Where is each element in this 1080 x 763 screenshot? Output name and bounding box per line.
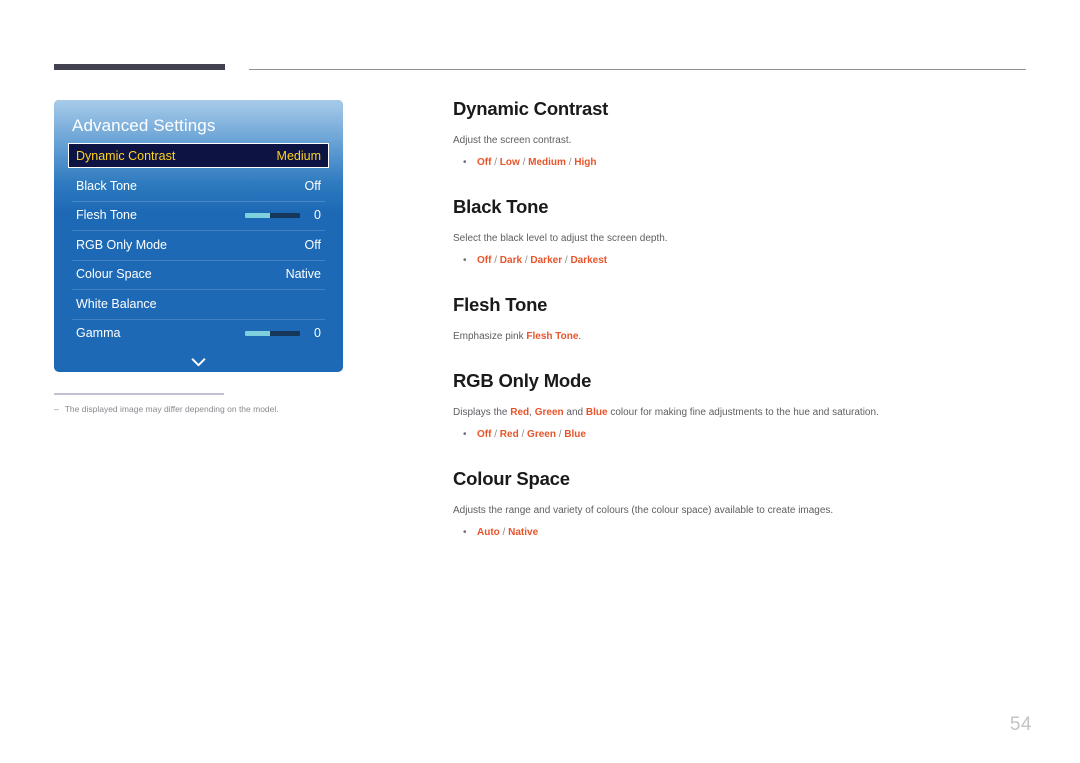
options-list: Off / Red / Green / Blue — [477, 429, 586, 440]
osd-row-label: Black Tone — [76, 178, 137, 193]
osd-row-value: Native — [285, 267, 321, 282]
osd-row-value: Medium — [276, 148, 321, 163]
section-options-row: • Off / Red / Green / Blue — [453, 427, 1033, 442]
option-item: Low — [499, 157, 520, 168]
section-description: Select the black level to adjust the scr… — [453, 231, 1033, 246]
slider-track[interactable] — [245, 330, 300, 336]
description-text: Adjust the screen contrast. — [453, 135, 572, 146]
osd-row-flesh-tone[interactable]: Flesh Tone 0 — [68, 200, 329, 231]
section-colour-space: Colour Space Adjusts the range and varie… — [453, 468, 1033, 540]
slider-value: 0 — [314, 208, 321, 223]
slider-fill — [245, 212, 270, 218]
note-divider — [54, 393, 224, 395]
description-emphasis-green: Green — [534, 407, 564, 418]
section-heading: Dynamic Contrast — [453, 98, 609, 119]
osd-row-label: Gamma — [76, 326, 121, 341]
osd-row-gamma[interactable]: Gamma 0 — [68, 318, 329, 349]
slider-fill — [245, 330, 270, 336]
option-item: Dark — [499, 255, 523, 266]
options-list: Auto / Native — [477, 527, 539, 538]
osd-row-dynamic-contrast[interactable]: Dynamic Contrast Medium — [68, 143, 329, 168]
section-description: Displays the Red, Green and Blue colour … — [453, 405, 1033, 420]
bullet-icon: • — [463, 527, 467, 538]
section-options-row: • Off / Dark / Darker / Darkest — [453, 253, 1033, 268]
option-item: Green — [527, 429, 556, 440]
description-text: Displays the — [453, 407, 511, 418]
option-item: Auto — [477, 527, 500, 538]
slider-track[interactable] — [245, 212, 300, 218]
section-heading: RGB Only Mode — [453, 370, 592, 391]
osd-row-list: Dynamic Contrast Medium Black Tone Off F… — [68, 143, 329, 372]
section-options-row: • Auto / Native — [453, 525, 1033, 540]
bullet-icon: • — [463, 255, 467, 266]
option-item: Darkest — [570, 255, 608, 266]
section-options-row: • Off / Low / Medium / High — [453, 155, 1033, 170]
bullet-icon: • — [463, 157, 467, 168]
description-text-tail: colour for making fine adjustments to th… — [607, 407, 879, 418]
header-rule-thick — [54, 64, 225, 70]
option-item: Red — [499, 429, 519, 440]
option-item: Off — [477, 157, 492, 168]
description-text-tail: . — [578, 331, 582, 342]
note-block: ‒ The displayed image may differ dependi… — [54, 403, 354, 416]
header-rule-thin — [249, 69, 1026, 70]
documentation-column: Dynamic Contrast Adjust the screen contr… — [453, 98, 1033, 540]
section-heading: Flesh Tone — [453, 294, 548, 315]
osd-row-label: Flesh Tone — [76, 208, 137, 223]
section-black-tone: Black Tone Select the black level to adj… — [453, 196, 1033, 268]
description-text-mid: and — [563, 407, 586, 418]
option-item: Off — [477, 255, 492, 266]
description-emphasis-blue: Blue — [585, 407, 608, 418]
slider-value: 0 — [314, 326, 321, 341]
note-dash: ‒ — [54, 404, 59, 414]
osd-row-label: Dynamic Contrast — [76, 148, 176, 163]
options-list: Off / Dark / Darker / Darkest — [477, 255, 608, 266]
section-rgb-only-mode: RGB Only Mode Displays the Red, Green an… — [453, 370, 1033, 442]
osd-row-value: Off — [304, 178, 321, 193]
description-emphasis-red: Red — [510, 407, 530, 418]
description-text: Adjusts the range and variety of colours… — [453, 505, 834, 516]
osd-title: Advanced Settings — [72, 116, 216, 135]
osd-row-colour-space[interactable]: Colour Space Native — [68, 259, 329, 290]
description-emphasis: Flesh Tone — [526, 331, 579, 342]
osd-row-value: Off — [304, 237, 321, 252]
section-description: Adjusts the range and variety of colours… — [453, 503, 1033, 518]
section-heading: Black Tone — [453, 196, 549, 217]
section-description: Adjust the screen contrast. — [453, 133, 1033, 148]
osd-row-rgb-only-mode[interactable]: RGB Only Mode Off — [68, 230, 329, 260]
option-item: Darker — [530, 255, 563, 266]
option-item: Medium — [528, 157, 566, 168]
section-flesh-tone: Flesh Tone Emphasize pink Flesh Tone. — [453, 294, 1033, 344]
osd-menu-panel: Advanced Settings Dynamic Contrast Mediu… — [54, 100, 343, 372]
note-text: The displayed image may differ depending… — [64, 404, 279, 414]
osd-row-white-balance[interactable]: White Balance — [68, 289, 329, 319]
description-text: Select the black level to adjust the scr… — [453, 233, 668, 244]
section-heading: Colour Space — [453, 468, 570, 489]
chevron-down-icon — [191, 357, 206, 366]
option-item: Native — [508, 527, 539, 538]
bullet-icon: • — [463, 429, 467, 440]
section-description: Emphasize pink Flesh Tone. — [453, 329, 1033, 344]
manual-page: Advanced Settings Dynamic Contrast Mediu… — [0, 0, 1080, 763]
osd-row-label: White Balance — [76, 296, 157, 311]
description-text: Emphasize pink — [453, 331, 527, 342]
page-number: 54 — [1009, 714, 1032, 735]
option-item: Blue — [564, 429, 586, 440]
osd-scroll-more-button[interactable] — [68, 349, 329, 372]
osd-slider-control[interactable]: 0 — [245, 326, 321, 340]
osd-row-label: Colour Space — [76, 267, 152, 282]
option-item: High — [574, 157, 597, 168]
option-item: Off — [477, 429, 492, 440]
section-dynamic-contrast: Dynamic Contrast Adjust the screen contr… — [453, 98, 1033, 170]
osd-row-black-tone[interactable]: Black Tone Off — [68, 171, 329, 201]
osd-slider-control[interactable]: 0 — [245, 208, 321, 222]
options-list: Off / Low / Medium / High — [477, 157, 597, 168]
osd-row-label: RGB Only Mode — [76, 237, 168, 252]
